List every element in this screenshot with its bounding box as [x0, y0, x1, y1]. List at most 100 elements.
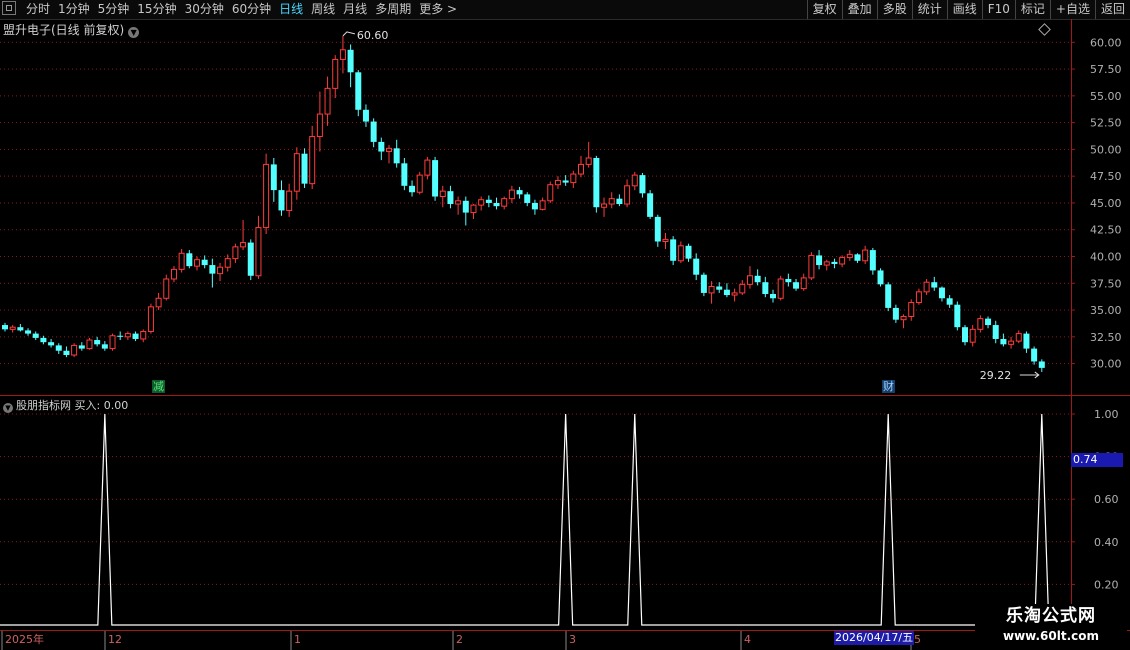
candle-body	[455, 200, 462, 205]
period-tab-1[interactable]: 1分钟	[54, 2, 94, 17]
stock-title: 盟升电子(日线 前复权) ▼	[3, 21, 140, 38]
date-axis-label: 12	[108, 633, 122, 646]
candle-body	[178, 252, 185, 270]
period-tab-6[interactable]: 日线	[275, 2, 307, 17]
candle-body	[508, 189, 515, 200]
candle-body	[900, 315, 907, 321]
right-toolbar: 复权 叠加 多股 统计 画线 F10 标记 +自选 返回	[806, 0, 1130, 19]
candle-body	[78, 345, 85, 349]
candle-body	[985, 318, 992, 326]
toolbar-button-5[interactable]: F10	[981, 0, 1015, 19]
candle-body	[1038, 361, 1045, 368]
candle-body	[309, 136, 316, 185]
candle-body	[831, 261, 838, 264]
candle-body	[662, 238, 669, 243]
candle-body	[547, 184, 554, 202]
finance-badge[interactable]: 财	[882, 380, 895, 393]
indicator-axis-label: 0.20	[1094, 578, 1119, 591]
period-tab-5[interactable]: 60分钟	[228, 2, 275, 17]
date-axis-label: 1	[294, 633, 301, 646]
period-tab-7[interactable]: 周线	[307, 2, 339, 17]
candle-body	[531, 202, 538, 210]
indicator-axis-label: 1.00	[1094, 408, 1119, 421]
candle-body	[155, 297, 162, 308]
reduce-badge[interactable]: 减	[152, 380, 165, 393]
candle-body	[278, 190, 285, 211]
candle-body	[201, 259, 208, 266]
candle-body	[163, 278, 170, 299]
price-axis-label: 47.50	[1090, 170, 1122, 183]
price-axis-label: 57.50	[1090, 63, 1122, 76]
candle-body	[339, 49, 346, 60]
toolbar-button-7[interactable]: +自选	[1049, 0, 1095, 19]
toolbar-button-6[interactable]: 标记	[1014, 0, 1050, 19]
candle-body	[124, 333, 131, 338]
toolbar-button-8[interactable]: 返回	[1094, 0, 1130, 19]
candle-body	[462, 200, 469, 213]
candle-body	[55, 345, 62, 351]
candle-body	[885, 284, 892, 308]
candle-body	[677, 245, 684, 262]
period-tab-10[interactable]: 更多 >	[415, 2, 461, 17]
candle-body	[808, 254, 815, 279]
candle-body	[232, 246, 239, 260]
candle-body	[224, 258, 231, 268]
candle-body	[516, 190, 523, 195]
candle-body	[316, 113, 323, 138]
candle-body	[424, 159, 431, 176]
candle-body	[25, 330, 32, 334]
period-tab-4[interactable]: 30分钟	[181, 2, 228, 17]
candle-body	[708, 285, 715, 294]
candle-body	[2, 325, 8, 330]
candle-body	[63, 350, 70, 356]
candle-body	[862, 249, 869, 262]
period-tab-2[interactable]: 5分钟	[94, 2, 134, 17]
toolbar-button-2[interactable]: 多股	[876, 0, 912, 19]
price-axis-label: 55.00	[1090, 90, 1122, 103]
date-axis-label: 4	[744, 633, 751, 646]
candle-body	[731, 292, 738, 296]
candle-body	[170, 268, 177, 280]
price-axis-label: 37.50	[1090, 277, 1122, 290]
period-tab-8[interactable]: 月线	[339, 2, 371, 17]
candle-body	[800, 277, 807, 290]
candle-body	[439, 190, 446, 198]
candle-body	[846, 253, 853, 259]
candle-body	[40, 337, 47, 343]
candle-body	[347, 49, 354, 73]
indicator-axis-label: 0.60	[1094, 493, 1119, 506]
toolbar-button-3[interactable]: 统计	[911, 0, 947, 19]
candle-body	[86, 339, 93, 350]
date-axis-label: 2025年	[5, 632, 44, 646]
candle-body	[1000, 338, 1007, 345]
candle-body	[270, 164, 277, 191]
toolbar-button-0[interactable]: 复权	[806, 0, 842, 19]
candle-body	[723, 289, 730, 296]
price-axis-label: 32.50	[1090, 331, 1122, 344]
candle-body	[332, 58, 339, 89]
indicator-axis-label: 0.40	[1094, 536, 1119, 549]
period-tab-3[interactable]: 15分钟	[133, 2, 180, 17]
chevron-down-icon[interactable]: ▼	[128, 27, 140, 38]
toolbar-button-4[interactable]: 画线	[946, 0, 982, 19]
candle-body	[386, 147, 392, 153]
candle-body	[908, 302, 915, 317]
price-axis-label: 35.00	[1090, 304, 1122, 317]
candle-body	[493, 202, 500, 207]
watermark-line1: 乐淘公式网	[1006, 606, 1096, 626]
indicator-title: ▼ 股朋指标网 买入: 0.00	[3, 397, 128, 413]
price-axis-label: 42.50	[1090, 224, 1122, 237]
candle-body	[954, 304, 961, 328]
menu-icon[interactable]	[2, 1, 16, 15]
candle-body	[654, 216, 661, 242]
watermark-line2: www.60lt.com	[1002, 629, 1100, 643]
candle-body	[409, 185, 416, 193]
period-tab-0[interactable]: 分时	[22, 2, 54, 17]
candle-body	[362, 109, 369, 122]
watermark: 乐淘公式网 www.60lt.com	[975, 604, 1127, 650]
chevron-down-icon[interactable]: ▼	[3, 403, 13, 413]
period-tab-9[interactable]: 多周期	[371, 2, 415, 17]
toolbar-button-1[interactable]: 叠加	[841, 0, 877, 19]
price-axis-label: 50.00	[1090, 143, 1122, 156]
candle-body	[71, 344, 78, 356]
